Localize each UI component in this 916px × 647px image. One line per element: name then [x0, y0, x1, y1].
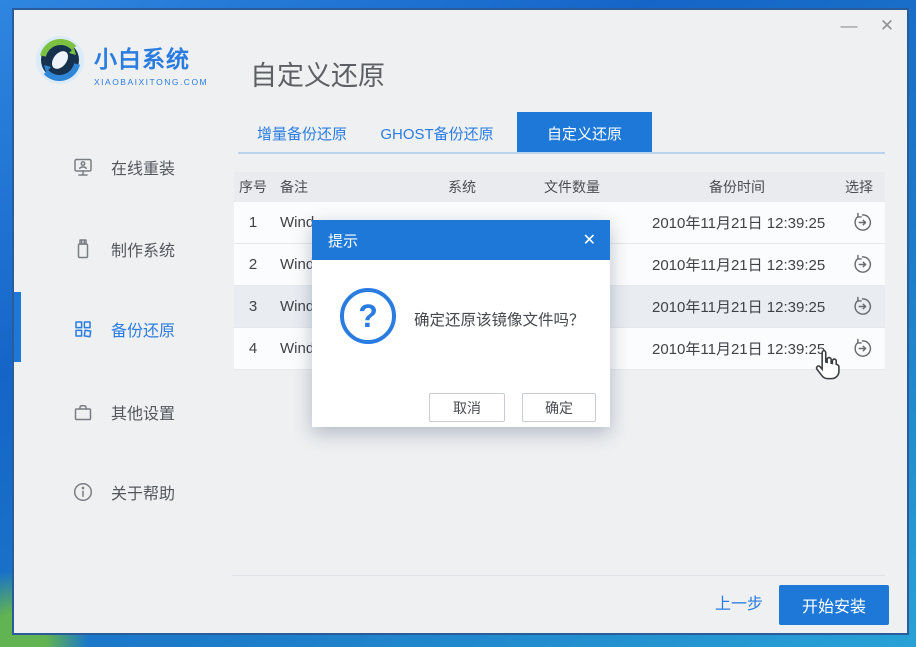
page-title: 自定义还原 [250, 54, 385, 93]
brand-block: 小白系统 XIAOBAIXITONG.COM [94, 40, 208, 87]
tab-incremental-backup-restore[interactable]: 增量备份还原 [238, 112, 366, 154]
col-header-count: 文件数量 [492, 177, 652, 197]
row-no: 2 [234, 256, 272, 273]
tab-ghost-backup-restore[interactable]: GHOST备份还原 [370, 112, 504, 154]
confirm-dialog: 提示 ✕ ? 确定还原该镜像文件吗？ 取消 确定 [312, 220, 610, 427]
row-no: 4 [234, 340, 272, 357]
row-time: 2010年11月21日 12:39:25 [652, 212, 822, 233]
window-controls: — ✕ [837, 14, 899, 38]
sidebar-item-backup-restore[interactable]: 备份还原 [72, 313, 222, 345]
restore-icon[interactable] [852, 254, 873, 275]
row-no: 1 [234, 214, 272, 231]
footer-divider [232, 575, 885, 576]
sidebar-item-label: 在线重装 [111, 155, 175, 179]
row-time: 2010年11月21日 12:39:25 [652, 254, 822, 275]
restore-icon[interactable] [852, 296, 873, 317]
sidebar-active-indicator [14, 292, 21, 362]
app-logo-icon [34, 34, 86, 86]
dialog-title: 提示 [328, 230, 358, 251]
confirm-button[interactable]: 确定 [522, 393, 596, 422]
monitor-user-icon [72, 156, 94, 178]
sidebar-item-label: 备份还原 [111, 317, 175, 341]
tab-custom-restore[interactable]: 自定义还原 [517, 112, 652, 154]
dialog-titlebar: 提示 ✕ [312, 220, 610, 260]
dialog-close-icon[interactable]: ✕ [583, 230, 596, 250]
restore-icon[interactable] [852, 338, 873, 359]
dialog-message: 确定还原该镜像文件吗？ [414, 308, 585, 330]
table-header: 序号 备注 系统 文件数量 备份时间 选择 [234, 172, 885, 202]
tab-label: 自定义还原 [547, 123, 622, 144]
col-header-no: 序号 [234, 177, 272, 197]
sidebar-item-label: 其他设置 [111, 400, 175, 424]
row-time: 2010年11月21日 12:39:25 [652, 338, 822, 359]
minimize-button[interactable]: — [837, 14, 861, 38]
col-header-note: 备注 [272, 177, 432, 197]
briefcase-icon [72, 401, 94, 423]
sidebar-item-make-system[interactable]: 制作系统 [72, 233, 222, 265]
sidebar-item-label: 制作系统 [111, 237, 175, 261]
tab-label: 增量备份还原 [257, 123, 347, 144]
desktop-background: — ✕ 小白系统 XIAOBAIXITONG.COM 自定义还原 [0, 0, 916, 647]
start-install-button[interactable]: 开始安装 [779, 585, 889, 625]
restore-icon[interactable] [852, 212, 873, 233]
info-icon [72, 481, 94, 503]
app-window: — ✕ 小白系统 XIAOBAIXITONG.COM 自定义还原 [12, 8, 909, 635]
close-button[interactable]: ✕ [875, 14, 899, 38]
col-header-time: 备份时间 [652, 177, 822, 197]
tab-underline [238, 152, 885, 154]
brand-domain: XIAOBAIXITONG.COM [94, 77, 208, 87]
question-icon: ? [340, 288, 396, 344]
sidebar-item-other-settings[interactable]: 其他设置 [72, 396, 222, 428]
sidebar-item-about-help[interactable]: 关于帮助 [72, 476, 222, 508]
col-header-select: 选择 [822, 177, 885, 197]
brand-name: 小白系统 [94, 40, 208, 74]
sidebar-item-label: 关于帮助 [111, 480, 175, 504]
cancel-button[interactable]: 取消 [429, 393, 505, 422]
tab-label: GHOST备份还原 [380, 123, 493, 144]
col-header-system: 系统 [432, 177, 492, 197]
usb-drive-icon [72, 238, 94, 260]
sidebar-item-online-reinstall[interactable]: 在线重装 [72, 151, 222, 183]
row-no: 3 [234, 298, 272, 315]
row-time: 2010年11月21日 12:39:25 [652, 296, 822, 317]
blocks-icon [72, 318, 94, 340]
previous-step-link[interactable]: 上一步 [715, 590, 763, 614]
